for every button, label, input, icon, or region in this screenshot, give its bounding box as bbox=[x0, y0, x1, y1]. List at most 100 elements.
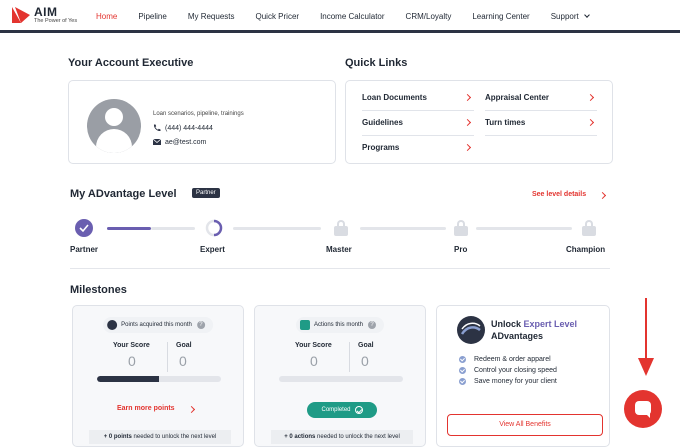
actions-goal-value: 0 bbox=[361, 353, 369, 369]
quick-links-card: Loan Documents Appraisal Center Guidelin… bbox=[345, 80, 613, 164]
actions-score-label: Your Score bbox=[295, 342, 332, 349]
top-nav: AIM The Power of Yes Home Pipeline My Re… bbox=[0, 0, 680, 33]
points-footer-count: + 0 points bbox=[103, 434, 132, 440]
earn-more-points-link[interactable]: Earn more points bbox=[117, 405, 175, 412]
level-label-pro: Pro bbox=[454, 245, 468, 254]
expert-level-icon bbox=[457, 316, 485, 344]
account-exec-title: Your Account Executive bbox=[68, 57, 194, 69]
actions-progress-bar bbox=[279, 376, 403, 382]
score-divider bbox=[349, 342, 350, 372]
quick-link-turn-times[interactable]: Turn times bbox=[485, 118, 597, 136]
chevron-right-icon bbox=[586, 118, 595, 127]
unlock-title: Unlock Expert Level ADvantages bbox=[491, 318, 577, 342]
lock-icon bbox=[582, 220, 596, 236]
benefit-text: Save money for your client bbox=[474, 378, 557, 385]
section-divider bbox=[70, 268, 610, 269]
points-card: Points acquired this month ? Your Score … bbox=[72, 305, 244, 447]
milestones-title: Milestones bbox=[70, 284, 127, 296]
quick-link-programs[interactable]: Programs bbox=[362, 143, 474, 161]
unlock-title-accent: Expert Level bbox=[523, 319, 578, 329]
chevron-right-icon bbox=[586, 93, 595, 102]
points-footer-text: needed to unlock the next level bbox=[131, 434, 217, 440]
see-level-details-link[interactable]: See level details bbox=[532, 191, 586, 198]
level-partner-icon bbox=[75, 219, 93, 237]
points-icon bbox=[107, 320, 118, 330]
annotation-arrow-line bbox=[645, 298, 647, 360]
brand-logo[interactable]: AIM The Power of Yes bbox=[12, 6, 77, 25]
account-exec-card: Loan scenarios, pipeline, trainings (444… bbox=[68, 80, 336, 164]
check-icon bbox=[459, 356, 466, 363]
ae-description: Loan scenarios, pipeline, trainings bbox=[153, 111, 244, 117]
points-score-label: Your Score bbox=[113, 342, 150, 349]
view-all-benefits-button[interactable]: View All Benefits bbox=[447, 414, 603, 436]
actions-footer-count: + 0 actions bbox=[284, 434, 316, 440]
quick-link-label: Turn times bbox=[485, 118, 526, 127]
help-icon[interactable]: ? bbox=[368, 321, 377, 329]
completed-text: Completed bbox=[321, 407, 351, 413]
brand-tagline: The Power of Yes bbox=[34, 18, 78, 24]
check-icon bbox=[459, 378, 466, 385]
points-card-header: Points acquired this month ? bbox=[103, 317, 213, 333]
nav-my-requests[interactable]: My Requests bbox=[188, 12, 235, 21]
actions-card: Actions this month ? Your Score 0 Goal 0… bbox=[254, 305, 426, 447]
phone-icon bbox=[153, 124, 161, 132]
nav-support[interactable]: Support bbox=[550, 12, 590, 21]
quick-links-title: Quick Links bbox=[345, 57, 408, 69]
actions-card-header: Actions this month ? bbox=[295, 317, 385, 333]
benefit-item: Control your closing speed bbox=[459, 367, 557, 374]
chevron-down-icon bbox=[583, 12, 590, 18]
quick-link-guidelines[interactable]: Guidelines bbox=[362, 118, 474, 136]
quick-link-loan-documents[interactable]: Loan Documents bbox=[362, 93, 474, 111]
benefit-text: Control your closing speed bbox=[474, 367, 557, 374]
annotation-arrow-head bbox=[638, 358, 654, 376]
level-label-champion: Champion bbox=[566, 245, 606, 254]
points-goal-value: 0 bbox=[179, 353, 187, 369]
level-expert-icon bbox=[205, 219, 223, 237]
quick-link-appraisal-center[interactable]: Appraisal Center bbox=[485, 93, 597, 111]
level-label-master: Master bbox=[326, 245, 352, 254]
avatar bbox=[87, 99, 141, 153]
nav-learning-center[interactable]: Learning Center bbox=[472, 12, 529, 21]
unlock-title-prefix: Unlock bbox=[491, 319, 524, 329]
points-footer: + 0 points needed to unlock the next lev… bbox=[89, 430, 231, 444]
actions-card-header-text: Actions this month bbox=[313, 322, 364, 328]
chevron-right-icon bbox=[598, 191, 607, 200]
unlock-card: Unlock Expert Level ADvantages Redeem & … bbox=[436, 305, 610, 447]
ae-email-text: ae@test.com bbox=[165, 138, 207, 146]
chevron-right-icon bbox=[187, 405, 196, 414]
quick-link-label: Programs bbox=[362, 143, 400, 152]
chat-button[interactable] bbox=[624, 390, 662, 428]
check-circle-icon bbox=[354, 406, 363, 414]
score-divider bbox=[167, 342, 168, 372]
completed-badge: Completed bbox=[307, 402, 377, 418]
ae-phone-text: (444) 444-4444 bbox=[165, 124, 213, 132]
ae-phone[interactable]: (444) 444-4444 bbox=[153, 124, 213, 132]
points-progress-fill bbox=[97, 376, 159, 382]
ae-email[interactable]: ae@test.com bbox=[153, 138, 206, 146]
level-track bbox=[233, 227, 321, 230]
nav-crm-loyalty[interactable]: CRM/Loyalty bbox=[406, 12, 452, 21]
nav-home[interactable]: Home bbox=[96, 12, 117, 21]
chevron-right-icon bbox=[463, 143, 472, 152]
points-score-value: 0 bbox=[128, 353, 136, 369]
chevron-right-icon bbox=[463, 93, 472, 102]
nav-income-calculator[interactable]: Income Calculator bbox=[320, 12, 384, 21]
unlock-title-suffix: ADvantages bbox=[491, 331, 544, 341]
lock-icon bbox=[454, 220, 468, 236]
actions-footer-text: needed to unlock the next level bbox=[315, 434, 400, 440]
benefit-item: Save money for your client bbox=[459, 378, 557, 385]
check-icon bbox=[459, 367, 466, 374]
quick-link-label: Guidelines bbox=[362, 118, 403, 127]
level-progress-track bbox=[151, 227, 195, 230]
points-goal-label: Goal bbox=[176, 342, 192, 349]
nav-support-label: Support bbox=[550, 12, 579, 21]
nav-pipeline[interactable]: Pipeline bbox=[138, 12, 166, 21]
level-track bbox=[476, 227, 572, 230]
level-label-expert: Expert bbox=[200, 245, 225, 254]
nav-quick-pricer[interactable]: Quick Pricer bbox=[256, 12, 300, 21]
chevron-right-icon bbox=[463, 118, 472, 127]
lock-icon bbox=[334, 220, 348, 236]
actions-goal-label: Goal bbox=[358, 342, 374, 349]
actions-score-value: 0 bbox=[310, 353, 318, 369]
help-icon[interactable]: ? bbox=[196, 321, 205, 329]
